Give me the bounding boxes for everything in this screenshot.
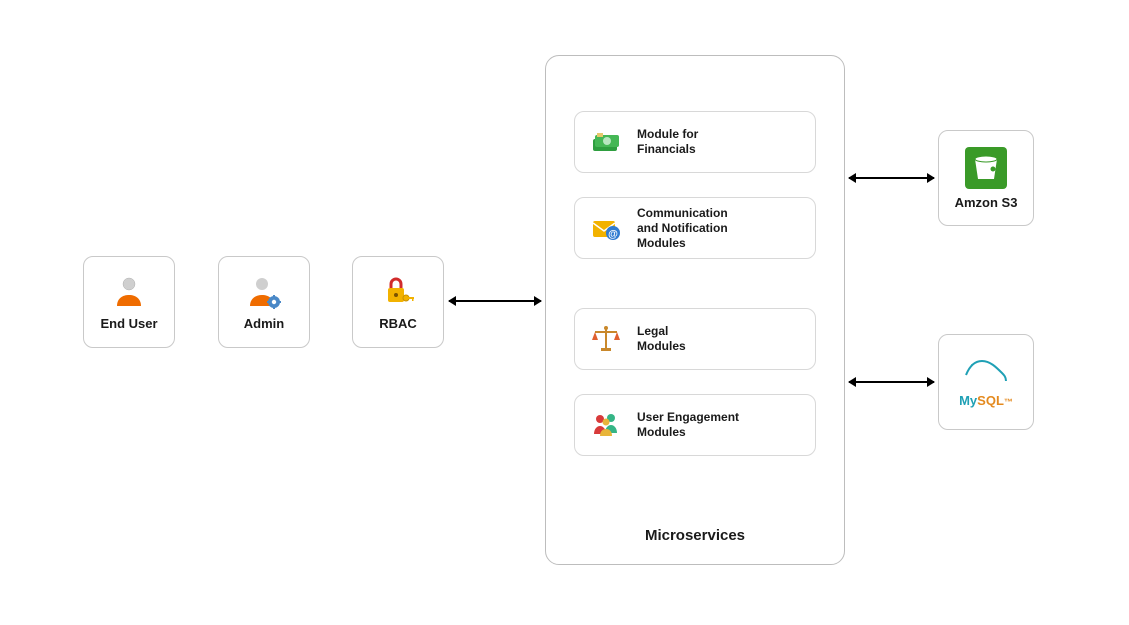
module-legal: LegalModules: [574, 308, 816, 370]
rbac-label: RBAC: [379, 316, 417, 331]
module-legal-label: LegalModules: [637, 324, 686, 354]
module-engagement: User EngagementModules: [574, 394, 816, 456]
person-icon: [111, 274, 147, 310]
mysql-logo-icon: [962, 357, 1010, 387]
module-financials: Module forFinancials: [574, 111, 816, 173]
money-stack-icon: [589, 125, 623, 159]
module-financials-label: Module forFinancials: [637, 127, 698, 157]
mysql-node: MySQL™: [938, 334, 1034, 430]
person-gear-icon: [246, 274, 282, 310]
arrow-microservices-mysql: [849, 381, 934, 383]
module-communication: @ Communicationand NotificationModules: [574, 197, 816, 259]
module-communication-label: Communicationand NotificationModules: [637, 206, 728, 251]
admin-label: Admin: [244, 316, 284, 331]
microservices-title: Microservices: [546, 527, 844, 544]
arrow-rbac-microservices: [449, 300, 541, 302]
bucket-icon: [965, 147, 1007, 189]
arrow-microservices-s3: [849, 177, 934, 179]
module-engagement-label: User EngagementModules: [637, 410, 739, 440]
mail-at-icon: @: [589, 211, 623, 245]
people-group-icon: [589, 408, 623, 442]
microservices-container: Module forFinancials @ Communicationand …: [545, 55, 845, 565]
end-user-label: End User: [100, 316, 157, 331]
rbac-node: RBAC: [352, 256, 444, 348]
amazon-s3-node: Amzon S3: [938, 130, 1034, 226]
admin-node: Admin: [218, 256, 310, 348]
svg-text:@: @: [608, 229, 618, 240]
mysql-label: MySQL™: [959, 393, 1013, 408]
amazon-s3-label: Amzon S3: [955, 195, 1018, 210]
end-user-node: End User: [83, 256, 175, 348]
scales-icon: [589, 322, 623, 356]
lock-key-icon: [380, 274, 416, 310]
